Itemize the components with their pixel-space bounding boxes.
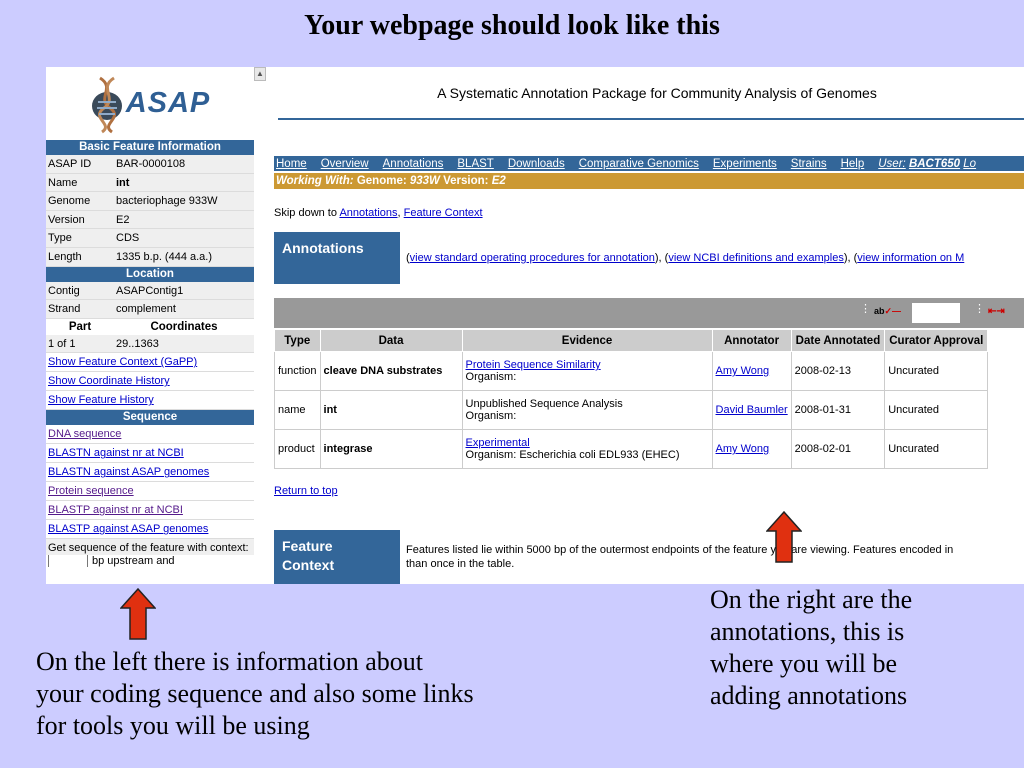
return-to-top-link[interactable]: Return to top [274, 485, 338, 497]
blastn-asap-link[interactable]: BLASTN against ASAP genomes [46, 463, 254, 483]
menu-home[interactable]: Home [276, 158, 307, 170]
working-with-bar: Working With: Genome: 933W Version: E2 [274, 173, 1024, 189]
asap-logo: ASAP [46, 67, 254, 140]
evidence-text: Unpublished Sequence Analysis [465, 398, 623, 410]
annotation-help-links: (view standard operating procedures for … [406, 252, 965, 264]
part-coordinates-header: Part Coordinates [46, 318, 254, 335]
browser-screenshot: ASAP Basic Feature Information ASAP ID BA… [46, 67, 1024, 584]
left-arrow-icon [120, 588, 156, 640]
show-coordinate-history-link[interactable]: Show Coordinate History [46, 372, 254, 392]
info-row: Contig ASAPContig1 [46, 281, 254, 301]
right-arrow-icon [766, 511, 802, 563]
ncbi-definitions-link[interactable]: view NCBI definitions and examples [668, 252, 843, 264]
resize-arrows-icon[interactable]: ⇤⇥ [988, 306, 1005, 317]
col-date: Date Annotated [790, 329, 886, 352]
logout-link[interactable]: Lo [963, 158, 976, 170]
menu-overview[interactable]: Overview [321, 158, 369, 170]
col-annotator: Annotator [711, 329, 792, 352]
annotator-link[interactable]: David Baumler [716, 404, 788, 416]
context-input-row: bp upstream and [46, 555, 254, 568]
slide-title: Your webpage should look like this [304, 10, 720, 41]
feature-context-header: Feature Context [274, 530, 400, 584]
sop-link[interactable]: view standard operating procedures for a… [410, 252, 655, 264]
col-evidence: Evidence [461, 329, 713, 352]
upstream-label: bp upstream and [92, 555, 175, 568]
annotator-link[interactable]: Amy Wong [716, 443, 770, 455]
table-toolbar: ⋮ ab✓— ⋮ ⇤⇥ [274, 298, 1024, 328]
toolbar-input[interactable] [912, 303, 960, 323]
table-row: product integrase Experimental Organism: … [274, 429, 989, 469]
user-name-link[interactable]: BACT650 [909, 158, 960, 170]
skip-links: Skip down to Annotations, Feature Contex… [274, 207, 483, 219]
logo-text: ASAP [125, 87, 211, 119]
menu-comparative-genomics[interactable]: Comparative Genomics [579, 158, 699, 170]
title-rule [278, 118, 1024, 120]
blastp-asap-link[interactable]: BLASTP against ASAP genomes [46, 520, 254, 540]
menu-blast[interactable]: BLAST [457, 158, 493, 170]
location-header: Location [46, 266, 254, 282]
protein-sequence-link[interactable]: Protein sequence [46, 482, 254, 502]
right-note: On the right are the annotations, this i… [710, 585, 913, 710]
sequence-header: Sequence [46, 410, 254, 426]
skip-annotations-link[interactable]: Annotations [339, 207, 397, 219]
col-approval: Curator Approval [884, 329, 989, 352]
part-row: 1 of 1 29..1363 [46, 334, 254, 354]
feature-context-text: Features listed lie within 5000 bp of th… [406, 544, 954, 570]
col-type: Type [274, 329, 321, 352]
table-row: name int Unpublished Sequence Analysis Or… [274, 390, 989, 430]
col-data: Data [319, 329, 463, 352]
upstream-input[interactable] [48, 555, 88, 568]
blastp-ncbi-link[interactable]: BLASTP against nr at NCBI [46, 501, 254, 521]
feature-info-panel: ASAP Basic Feature Information ASAP ID BA… [46, 67, 254, 584]
annotations-header: Annotations [274, 232, 400, 284]
info-row: Strand complement [46, 300, 254, 319]
menu-experiments[interactable]: Experiments [713, 158, 777, 170]
annotation-panel: A Systematic Annotation Package for Comm… [270, 67, 1024, 584]
user-info: User: BACT650 Lo [878, 157, 977, 170]
app-title: A Systematic Annotation Package for Comm… [437, 85, 877, 101]
info-row: Length 1335 b.p. (444 a.a.) [46, 247, 254, 267]
menu-help[interactable]: Help [841, 158, 865, 170]
info-row: ASAP ID BAR-0000108 [46, 155, 254, 174]
more-info-link[interactable]: view information on M [857, 252, 964, 264]
basic-feature-header: Basic Feature Information [46, 140, 254, 155]
spellcheck-icon[interactable]: ab✓— [874, 306, 901, 317]
menu-annotations[interactable]: Annotations [383, 158, 444, 170]
menu-strains[interactable]: Strains [791, 158, 827, 170]
info-row: Genome bacteriophage 933W [46, 192, 254, 211]
context-text: Get sequence of the feature with context… [46, 539, 254, 556]
dna-sequence-link[interactable]: DNA sequence [46, 425, 254, 445]
info-row: Name int [46, 173, 254, 193]
show-feature-context-link[interactable]: Show Feature Context (GaPP) [46, 353, 254, 373]
evidence-link[interactable]: Protein Sequence Similarity [466, 359, 709, 371]
evidence-link[interactable]: Experimental [466, 437, 709, 449]
info-row: Type CDS [46, 229, 254, 248]
table-row: function cleave DNA substrates Protein S… [274, 351, 989, 391]
annotations-table: Type Data Evidence Annotator Date Annota… [274, 329, 989, 469]
annotator-link[interactable]: Amy Wong [716, 365, 770, 377]
left-note: On the left there is information about y… [36, 647, 474, 740]
main-menu: Home Overview Annotations BLAST Download… [274, 156, 1024, 171]
scrollbar-up-arrow[interactable]: ▲ [254, 67, 266, 81]
show-feature-history-link[interactable]: Show Feature History [46, 391, 254, 411]
skip-feature-context-link[interactable]: Feature Context [404, 207, 483, 219]
dna-helix-icon [91, 76, 122, 133]
info-row: Version E2 [46, 210, 254, 230]
blastn-ncbi-link[interactable]: BLASTN against nr at NCBI [46, 444, 254, 464]
menu-downloads[interactable]: Downloads [508, 158, 565, 170]
